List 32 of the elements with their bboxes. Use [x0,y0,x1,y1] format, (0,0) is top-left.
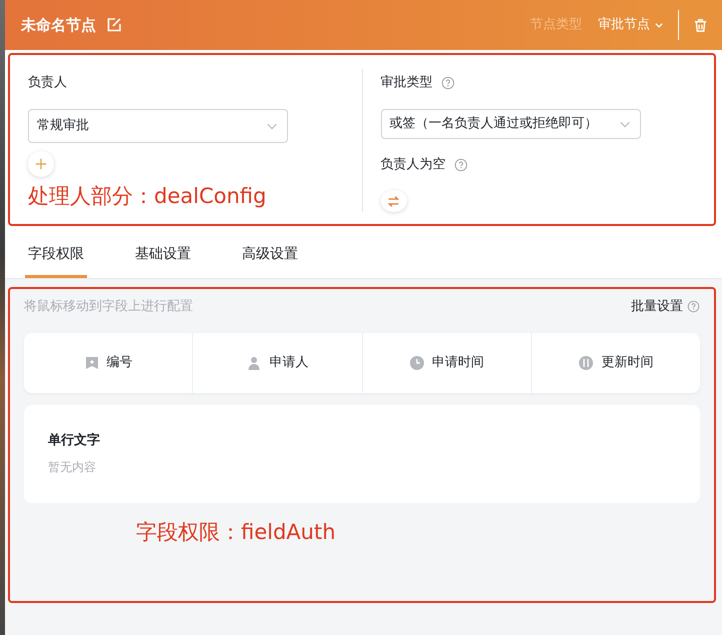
plus-icon [34,156,48,171]
add-button[interactable] [28,151,54,176]
empty-text: 暂无内容 [48,459,97,476]
select-field[interactable]: 或签（一名负责人通过或拒绝即可） [380,108,640,139]
node-type-label: 节点类型 [530,16,582,34]
batch-settings-button[interactable]: 批量设置 [631,297,700,316]
clock-icon [409,354,426,370]
field-label: 负责人 [28,74,68,92]
update-icon [578,354,594,370]
hint-text: 将鼠标移动到字段上进行配置 [24,298,194,316]
tab[interactable]: 基础设置 [132,234,194,278]
help-icon[interactable] [440,76,454,90]
annotation-text: 处理人部分：dealConfig [28,182,268,210]
id-tag-icon [84,354,100,370]
field-name: 编号 [106,354,133,372]
field-label: 审批类型 [380,74,432,92]
node-title: 未命名节点 [21,14,96,36]
tab[interactable]: 高级设置 [239,234,301,278]
field-name: 更新时间 [601,354,654,372]
field-name: 单行文字 [48,432,101,450]
help-icon[interactable] [454,158,468,172]
trash-icon[interactable] [693,18,708,32]
select-field[interactable]: 常规审批 [28,108,288,144]
person-icon [246,354,262,370]
annotation-text: 字段权限：fieldAuth [136,518,337,546]
field-name: 申请时间 [432,354,484,372]
field-label: 负责人为空 [380,156,446,174]
field-name: 申请人 [269,354,308,372]
edit-icon[interactable] [106,17,122,33]
swap-button[interactable] [380,190,406,212]
swap-icon [387,194,400,208]
help-icon [687,300,700,314]
